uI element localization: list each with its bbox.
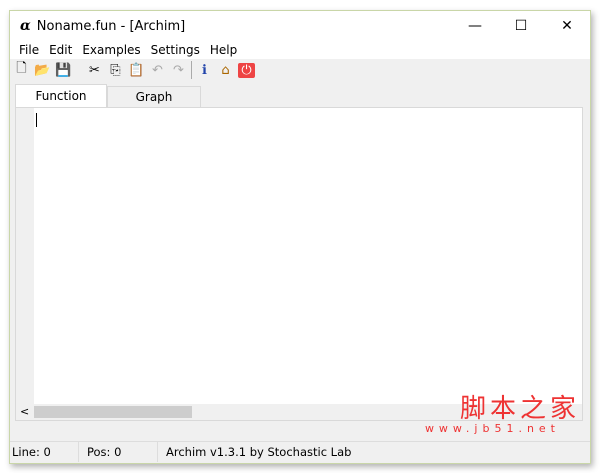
menu-edit[interactable]: Edit [44, 43, 77, 57]
watermark-url: www.jb51.net [424, 422, 560, 435]
function-editor[interactable]: < [15, 107, 583, 421]
maximize-button[interactable]: ☐ [498, 11, 544, 41]
paste-icon[interactable]: 📋 [128, 63, 145, 78]
watermark: 脚本之家 [459, 394, 580, 424]
undo-icon[interactable]: ↶ [149, 63, 166, 78]
menu-bar: File Edit Examples Settings Help [10, 41, 590, 59]
status-bar: Line: 0 Pos: 0 Archim v1.3.1 by Stochast… [10, 441, 590, 462]
title-bar: α Noname.fun - [Archim] — ☐ ✕ [10, 11, 590, 41]
menu-help[interactable]: Help [205, 43, 242, 57]
menu-file[interactable]: File [14, 43, 44, 57]
window-title: Noname.fun - [Archim] [36, 18, 186, 34]
scrollbar-thumb[interactable] [34, 406, 192, 418]
line-gutter [16, 108, 34, 404]
info-icon[interactable]: ℹ [196, 63, 213, 78]
open-icon[interactable]: 📂 [34, 63, 51, 78]
cut-icon[interactable]: ✂ [86, 63, 103, 78]
copy-icon[interactable]: ⎘ [107, 63, 124, 78]
new-icon[interactable]: 🗋 [13, 59, 30, 81]
status-pos: Pos: 0 [79, 442, 158, 462]
toolbar: 🗋 📂 💾 ✂ ⎘ 📋 ↶ ↷ ℹ ⌂ ⏻ [10, 59, 590, 81]
status-line: Line: 0 [10, 442, 79, 462]
close-button[interactable]: ✕ [544, 11, 590, 41]
tab-graph[interactable]: Graph [107, 86, 201, 107]
toolbar-separator [191, 61, 192, 79]
status-about: Archim v1.3.1 by Stochastic Lab [166, 445, 352, 459]
tab-function[interactable]: Function [15, 84, 107, 107]
app-logo-icon: α [20, 18, 31, 34]
save-icon[interactable]: 💾 [55, 63, 72, 78]
home-icon[interactable]: ⌂ [217, 63, 234, 78]
minimize-button[interactable]: — [452, 11, 498, 41]
menu-settings[interactable]: Settings [146, 43, 205, 57]
menu-examples[interactable]: Examples [77, 43, 145, 57]
power-icon[interactable]: ⏻ [238, 62, 255, 78]
tab-bar: Function Graph [15, 84, 201, 107]
scroll-left-icon[interactable]: < [20, 404, 29, 420]
redo-icon[interactable]: ↷ [170, 63, 187, 78]
text-caret [36, 113, 37, 127]
